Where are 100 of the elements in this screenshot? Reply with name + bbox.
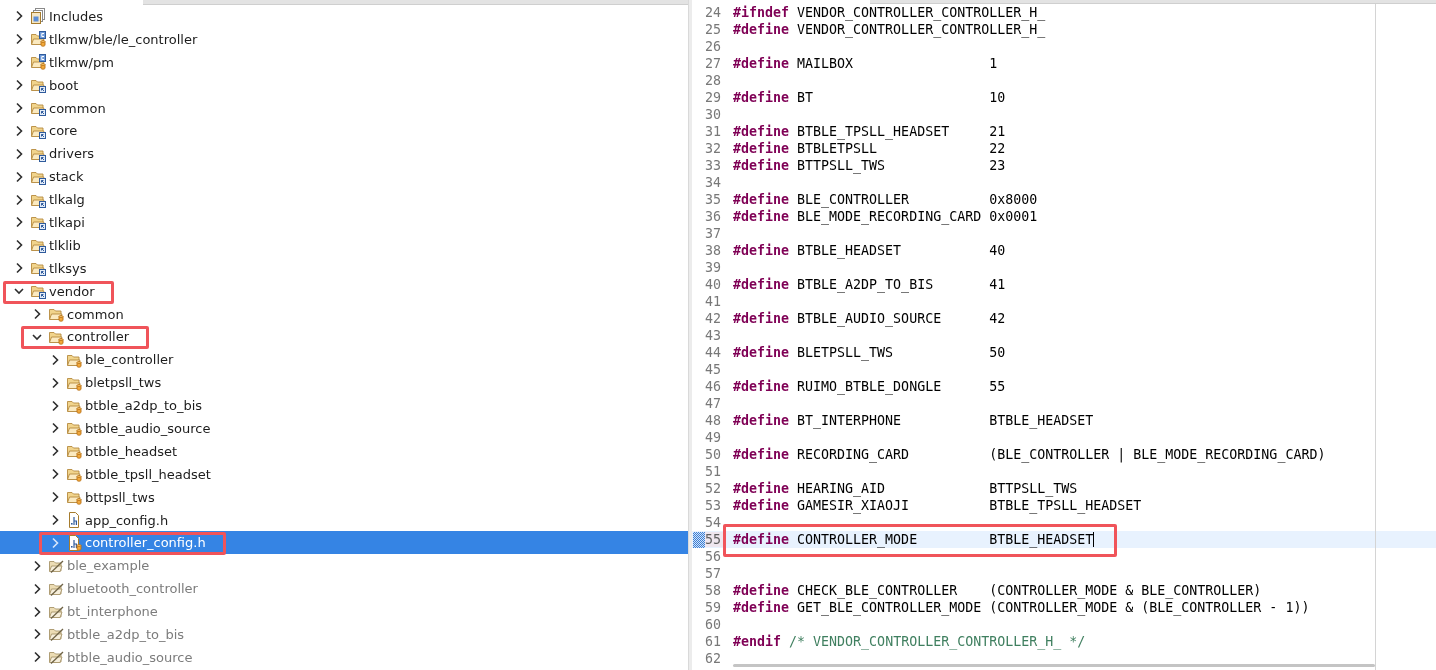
folder-icon	[66, 466, 82, 483]
tree-item[interactable]: tlkmw/pm	[0, 50, 688, 74]
tree-item[interactable]: tlkmw/ble/le_controller	[0, 27, 688, 51]
code-line: #define RUIMO_BTBLE_DONGLE 55	[733, 379, 1006, 394]
line-number: 36	[705, 209, 722, 224]
line-number: 34	[705, 175, 722, 190]
code-line: #define BLE_MODE_RECORDING_CARD 0x0001	[733, 209, 1038, 224]
tree-item[interactable]: tlklib	[0, 233, 688, 257]
line-number: 62	[705, 651, 722, 666]
tree-item[interactable]: drivers	[0, 142, 688, 166]
line-number: 53	[705, 498, 722, 513]
code-line: #define BLE_CONTROLLER 0x8000	[733, 192, 1038, 207]
tree-item[interactable]: btble_a2dp_to_bis	[0, 394, 688, 418]
code-line: #define GET_BLE_CONTROLLER_MODE (CONTROLLER_MODE & (BLE_CONTROLLER - 1))	[733, 600, 1310, 615]
line-number: 30	[705, 107, 722, 122]
line-number: 46	[705, 379, 722, 394]
line-number: 60	[705, 617, 722, 632]
code-line: #define BLETPSLL_TWS 50	[733, 345, 1006, 360]
line-number: 29	[705, 90, 722, 105]
package-folder-icon	[30, 77, 46, 94]
tree-item[interactable]: bttpsll_tws	[0, 485, 688, 509]
line-number: 48	[705, 413, 722, 428]
code-line: #define BTBLE_TPSLL_HEADSET 21	[733, 124, 1006, 139]
code-line: #define BTTPSLL_TWS 23	[733, 158, 1006, 173]
tree-item[interactable]: boot	[0, 73, 688, 97]
excluded-folder-icon	[48, 626, 64, 643]
tree-item[interactable]: btble_a2dp_to_bis	[0, 623, 688, 646]
line-number: 35	[705, 192, 722, 207]
tree-item[interactable]: app_config.h	[0, 508, 688, 532]
line-number: 38	[705, 243, 722, 258]
tree-item[interactable]: btble_audio_source	[0, 645, 688, 669]
line-number: 31	[705, 124, 722, 139]
folder-icon	[66, 443, 82, 460]
tree-item[interactable]: bluetooth_controller	[0, 577, 688, 601]
tree-item[interactable]: common	[0, 302, 688, 326]
tree-item[interactable]: btble_tpsll_headset	[0, 462, 688, 486]
line-number: 26	[705, 39, 722, 54]
line-number: 54	[705, 515, 722, 530]
folder-icon	[48, 306, 64, 322]
line-number: 33	[705, 158, 722, 173]
tree-item[interactable]: bletpsll_tws	[0, 371, 688, 395]
line-number: 58	[705, 583, 722, 598]
line-number: 37	[705, 226, 722, 241]
tree-item[interactable]: tlkapi	[0, 211, 688, 234]
code-line: #define BTBLE_A2DP_TO_BIS 41	[733, 277, 1006, 292]
line-number: 61	[705, 634, 722, 649]
tree-item[interactable]: core	[0, 119, 688, 143]
horizontal-scrollbar[interactable]	[733, 664, 1375, 667]
includes-icon	[30, 8, 46, 25]
header-file-icon	[66, 512, 82, 529]
line-number: 24	[705, 5, 722, 20]
line-number: 41	[705, 294, 722, 309]
code-line: #define BT 10	[733, 90, 1006, 105]
tree-item[interactable]: ble_controller	[0, 348, 688, 372]
tree-item[interactable]: controller_config.h	[0, 531, 688, 555]
code-line: #endif /* VENDOR_CONTROLLER_CONTROLLER_H_ */	[733, 634, 1086, 649]
code-line: #define BTBLE_AUDIO_SOURCE 42	[733, 311, 1006, 326]
line-number: 59	[705, 600, 722, 615]
line-number: 50	[705, 447, 722, 462]
code-line: #ifndef VENDOR_CONTROLLER_CONTROLLER_H_	[733, 5, 1046, 20]
package-folder-icon	[30, 283, 46, 300]
tree-item[interactable]: vendor	[0, 279, 688, 303]
line-number: 47	[705, 396, 722, 411]
tree-item[interactable]: ble_example	[0, 554, 688, 578]
line-number: 44	[705, 345, 722, 360]
line-number: 40	[705, 277, 722, 292]
line-number: 51	[705, 464, 722, 479]
tree-item[interactable]: tlksys	[0, 256, 688, 280]
package-folder-icon	[30, 100, 46, 116]
line-number: 32	[705, 141, 722, 156]
code-line: #define CONTROLLER_MODE BTBLE_HEADSET	[733, 532, 1094, 547]
package-folder-icon	[30, 214, 46, 231]
code-line: #define HEARING_AID BTTPSLL_TWS	[733, 481, 1078, 496]
tree-item[interactable]: stack	[0, 165, 688, 189]
line-number: 56	[705, 549, 722, 564]
package-folder-icon	[30, 237, 46, 254]
line-number: 45	[705, 362, 722, 377]
code-line: #define CHECK_BLE_CONTROLLER (CONTROLLER_MODE & BLE_CONTROLLER)	[733, 583, 1262, 598]
line-number: 49	[705, 430, 722, 445]
tree-item[interactable]: btble_audio_source	[0, 417, 688, 440]
line-number: 27	[705, 56, 722, 71]
tree-item[interactable]: controller	[0, 325, 688, 349]
code-line: #define BTBLETPSLL 22	[733, 141, 1006, 156]
folder-icon	[66, 420, 82, 437]
code-line: #define BTBLE_HEADSET 40	[733, 243, 1006, 258]
line-number: 42	[705, 311, 722, 326]
folder-icon	[66, 489, 82, 506]
tree-item[interactable]: btble_headset	[0, 439, 688, 463]
code-line: #define GAMESIR_XIAOJI BTBLE_TPSLL_HEADSET	[733, 498, 1142, 513]
line-number: 43	[705, 328, 722, 343]
tree-item[interactable]: common	[0, 96, 688, 120]
line-number: 25	[705, 22, 722, 37]
tree-item[interactable]: Includes	[0, 5, 688, 28]
code-line: #define RECORDING_CARD (BLE_CONTROLLER | BLE_MODE_RECORDING_CARD)	[733, 447, 1326, 462]
source-folder-icon	[30, 31, 46, 48]
tree-item[interactable]: bt_interphone	[0, 600, 688, 624]
package-folder-icon	[30, 260, 46, 277]
excluded-folder-icon	[48, 649, 64, 666]
tree-item[interactable]: tlkalg	[0, 188, 688, 211]
code-line: #define MAILBOX 1	[733, 56, 998, 71]
